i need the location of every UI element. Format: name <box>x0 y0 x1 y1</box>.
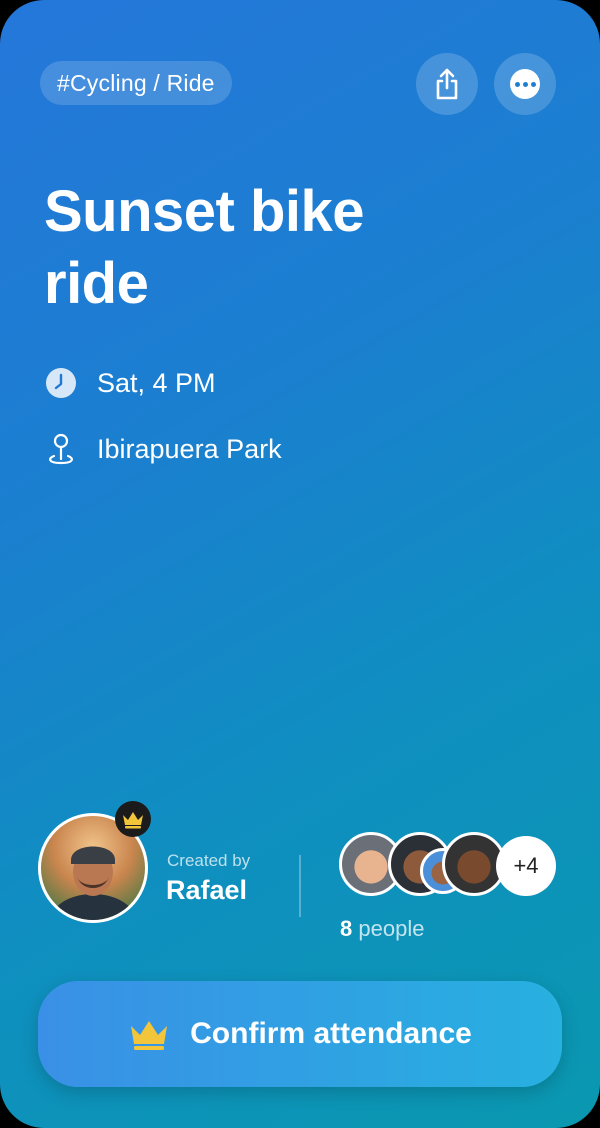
location-pin-icon <box>44 432 78 466</box>
clock-icon <box>44 366 78 400</box>
share-icon <box>436 68 458 100</box>
attendee-total-number: 8 <box>340 916 353 941</box>
event-time: Sat, 4 PM <box>97 367 216 398</box>
event-time-row: Sat, 4 PM <box>44 366 216 400</box>
attendee-total: 8 people <box>340 916 424 942</box>
divider <box>299 855 301 917</box>
created-by-label: Created by <box>167 851 251 870</box>
event-title: Sunset bike ride <box>44 179 365 316</box>
crown-icon <box>131 1021 168 1050</box>
confirm-attendance-button[interactable]: Confirm attendance <box>38 981 562 1087</box>
event-card: #Cycling / Ride Sunset bike ride Sat, 4 … <box>0 0 600 1128</box>
attendee-total-label: people <box>358 916 425 941</box>
more-options-icon <box>510 69 540 99</box>
confirm-attendance-label: Confirm attendance <box>190 1017 472 1050</box>
event-location-row[interactable]: Ibirapuera Park <box>44 432 282 466</box>
share-button[interactable] <box>416 53 478 115</box>
creator-crown-badge <box>115 801 151 837</box>
category-tag[interactable]: #Cycling / Ride <box>40 61 232 105</box>
event-location: Ibirapuera Park <box>97 433 282 464</box>
more-options-button[interactable] <box>494 53 556 115</box>
more-attendees-count[interactable]: +4 <box>496 836 556 896</box>
creator-name[interactable]: Rafael <box>166 875 247 906</box>
crown-icon <box>123 812 143 829</box>
